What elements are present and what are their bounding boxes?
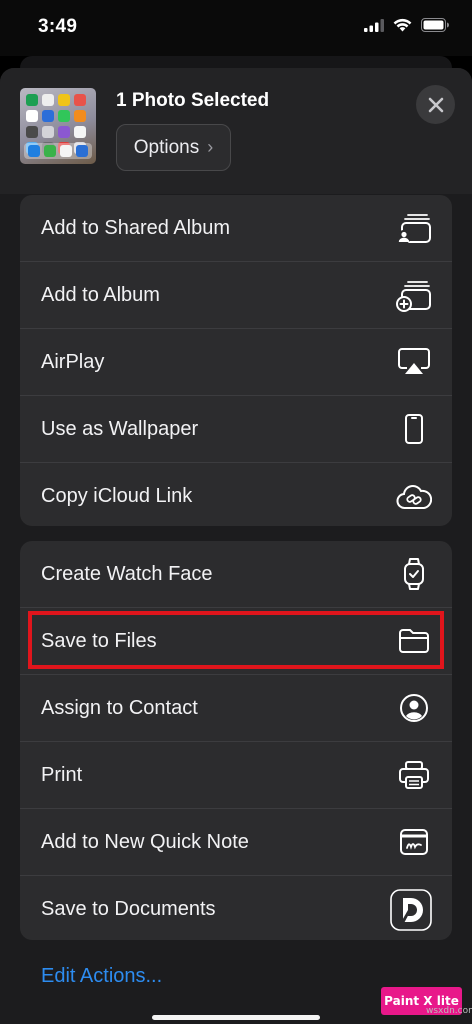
- action-print[interactable]: Print: [20, 742, 452, 809]
- action-label: Save to Files: [41, 629, 157, 652]
- action-airplay[interactable]: AirPlay: [20, 329, 452, 396]
- wifi-icon: [393, 18, 412, 32]
- action-assign-to-contact[interactable]: Assign to Contact: [20, 675, 452, 742]
- options-button[interactable]: Options ›: [116, 124, 231, 171]
- share-sheet: 1 Photo Selected Options › Add to Shared…: [0, 68, 472, 1024]
- watermark-site: wsxdn.com: [426, 1006, 472, 1016]
- action-label: Copy iCloud Link: [41, 485, 193, 507]
- quick-note-icon: [400, 829, 428, 855]
- status-bar: 3:49: [0, 0, 472, 56]
- printer-icon: [399, 761, 429, 789]
- documents-app-icon: [390, 888, 432, 931]
- actions-group-primary: Add to Shared Album Add to Album AirPlay…: [20, 195, 452, 526]
- action-add-to-shared-album[interactable]: Add to Shared Album: [20, 195, 452, 262]
- action-label: Add to New Quick Note: [41, 830, 249, 853]
- watch-icon: [404, 558, 424, 590]
- action-create-watch-face[interactable]: Create Watch Face: [20, 541, 452, 608]
- action-save-to-files[interactable]: Save to Files: [20, 608, 452, 675]
- action-label: Add to Album: [41, 283, 160, 306]
- shared-album-icon: [397, 214, 431, 244]
- chevron-right-icon: ›: [207, 137, 214, 157]
- action-use-as-wallpaper[interactable]: Use as Wallpaper: [20, 396, 452, 463]
- action-label: AirPlay: [41, 350, 105, 373]
- cloud-link-icon: [396, 484, 432, 509]
- action-add-to-new-quick-note[interactable]: Add to New Quick Note: [20, 809, 452, 876]
- home-indicator: [152, 1015, 320, 1020]
- phone-icon: [405, 414, 423, 444]
- status-time: 3:49: [38, 16, 78, 37]
- selection-title: 1 Photo Selected: [116, 90, 270, 111]
- close-button[interactable]: [416, 85, 455, 124]
- add-album-icon: [396, 281, 431, 312]
- action-add-to-album[interactable]: Add to Album: [20, 262, 452, 329]
- action-label: Add to Shared Album: [41, 216, 231, 239]
- photo-thumbnail: [20, 88, 96, 164]
- cellular-signal-icon: [364, 18, 384, 32]
- action-label: Assign to Contact: [41, 696, 198, 719]
- edit-actions-link[interactable]: Edit Actions...: [41, 965, 162, 988]
- actions-group-secondary: Create Watch Face Save to Files Assign t…: [20, 541, 452, 940]
- folder-icon: [399, 629, 429, 653]
- action-save-to-documents[interactable]: Save to Documents: [20, 876, 452, 940]
- battery-icon: [421, 18, 449, 32]
- contact-icon: [400, 694, 428, 722]
- action-label: Save to Documents: [41, 898, 216, 920]
- airplay-icon: [398, 348, 430, 374]
- share-sheet-header: 1 Photo Selected Options ›: [0, 68, 472, 194]
- close-icon: [428, 97, 443, 112]
- options-label: Options: [133, 136, 200, 158]
- action-label: Use as Wallpaper: [41, 417, 199, 440]
- action-label: Print: [41, 763, 83, 786]
- status-icons: [364, 18, 450, 32]
- action-label: Create Watch Face: [41, 562, 213, 585]
- action-copy-icloud-link[interactable]: Copy iCloud Link: [20, 463, 452, 526]
